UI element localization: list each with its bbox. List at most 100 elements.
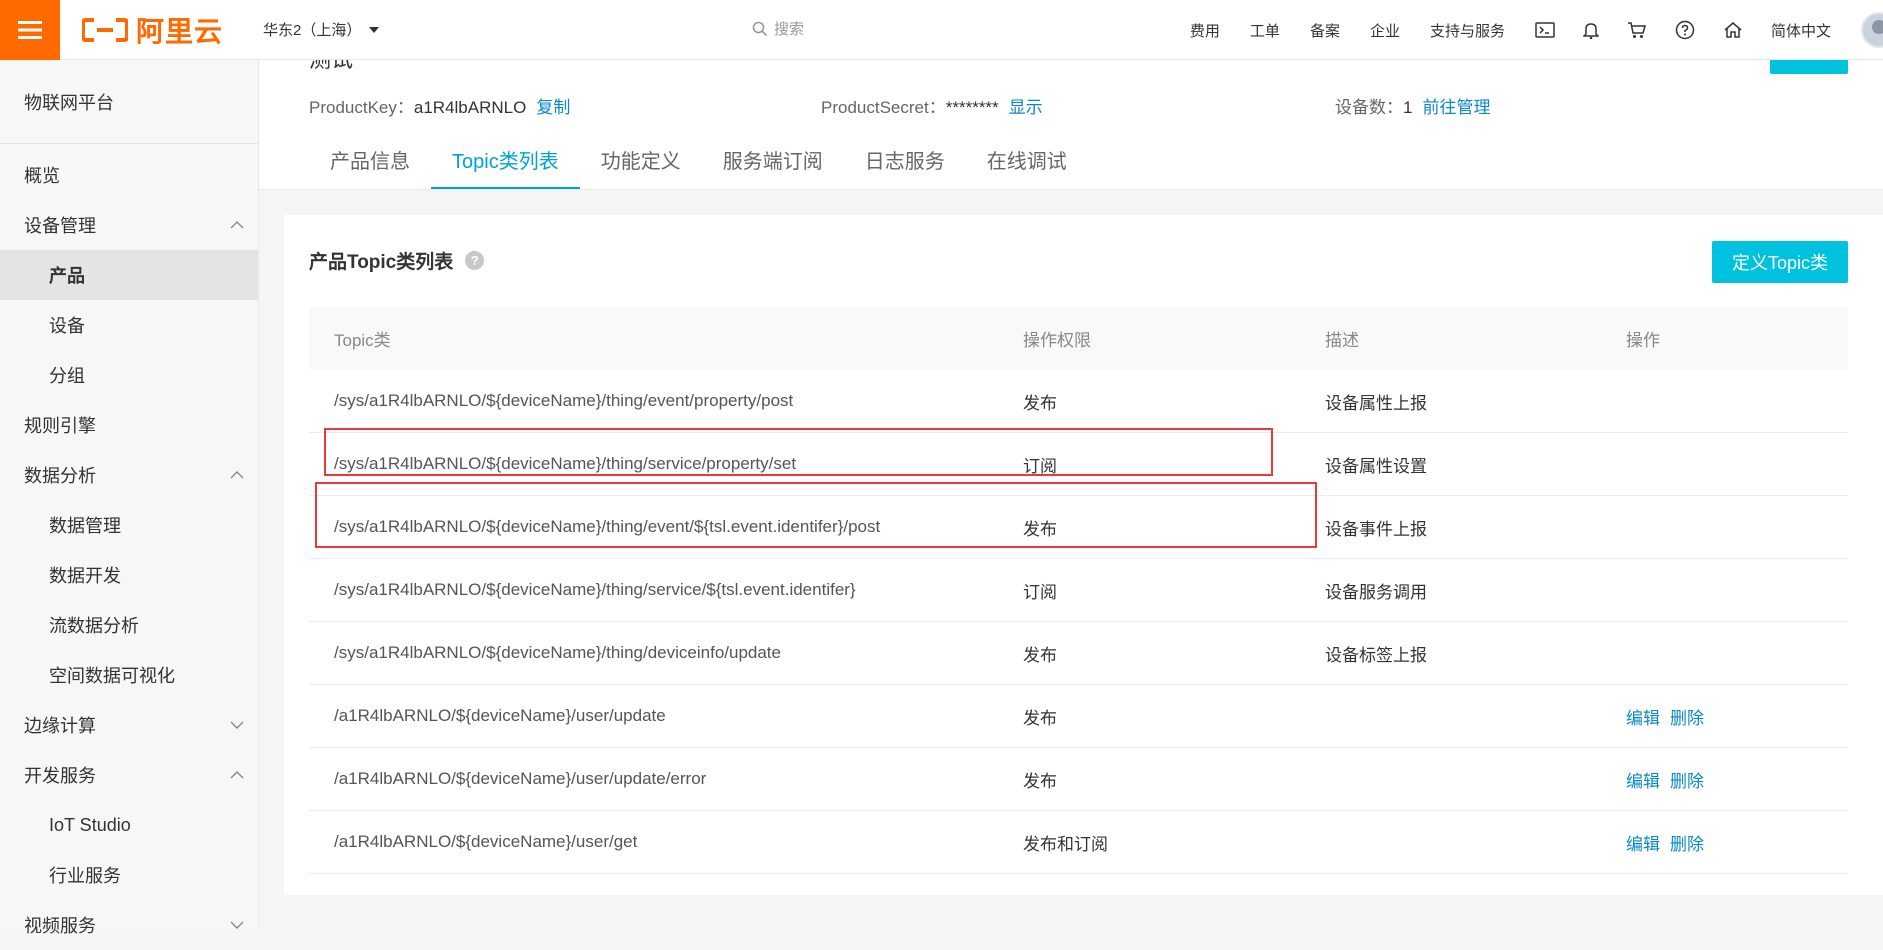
product-header: 测试 ProductKey：a1R4lbARNLO 复制 ProductSecre…: [259, 60, 1883, 190]
top-right-toolbar: 费用 工单 备案 企业 支持与服务 简体中文: [1190, 0, 1883, 60]
device-count-item: 设备数：1 前往管理: [1335, 93, 1490, 118]
topic-table: Topic类 操作权限 描述 操作 /sys/a1R4lbARNLO/${dev…: [309, 307, 1848, 874]
sidebar-item-label: 开发服务: [24, 766, 96, 786]
sidebar-item-label: 概览: [24, 166, 60, 186]
sidebar-item-spatial-visualization[interactable]: 空间数据可视化: [0, 650, 258, 700]
permission-cell: 发布: [1023, 771, 1057, 791]
caret-down-icon: [369, 26, 380, 33]
delete-topic-link[interactable]: 删除: [1670, 772, 1704, 791]
aliyun-logo[interactable]: 阿里云: [82, 10, 223, 50]
chevron-down-icon: [230, 721, 244, 729]
sidebar-item-rule-engine[interactable]: 规则引擎: [0, 400, 258, 450]
permission-cell: 发布和订阅: [1023, 834, 1108, 854]
edit-topic-link[interactable]: 编辑: [1626, 709, 1660, 728]
topic-cell: /sys/a1R4lbARNLO/${deviceName}/thing/ser…: [334, 454, 797, 473]
tab-function-definition[interactable]: 功能定义: [580, 129, 702, 189]
description-cell: 设备标签上报: [1325, 645, 1427, 665]
product-name: 测试: [309, 60, 353, 74]
tab-server-subscription[interactable]: 服务端订阅: [702, 129, 844, 189]
topic-list-card: 产品Topic类列表 ? 定义Topic类 Topic类 操作权限 描述 操作 …: [284, 215, 1883, 895]
table-row: /sys/a1R4lbARNLO/${deviceName}/thing/ser…: [309, 559, 1848, 622]
enterprise-link[interactable]: 企业: [1370, 20, 1400, 41]
topic-section-title-text: 产品Topic类列表: [309, 252, 454, 273]
main-content: 测试 ProductKey：a1R4lbARNLO 复制 ProductSecre…: [259, 60, 1883, 928]
terminal-icon[interactable]: [1535, 22, 1555, 38]
bell-icon[interactable]: [1582, 21, 1599, 39]
filing-link[interactable]: 备案: [1310, 20, 1340, 41]
topic-cell: /a1R4lbARNLO/${deviceName}/user/get: [334, 832, 638, 851]
table-row: /sys/a1R4lbARNLO/${deviceName}/thing/dev…: [309, 622, 1848, 685]
sidebar-item-edge-computing[interactable]: 边缘计算: [0, 700, 258, 750]
tab-online-debug[interactable]: 在线调试: [966, 129, 1088, 189]
product-tabs: 产品信息 Topic类列表 功能定义 服务端订阅 日志服务 在线调试: [309, 129, 1088, 189]
column-header-permission: 操作权限: [1023, 331, 1091, 350]
sidebar-item-industry-services[interactable]: 行业服务: [0, 850, 258, 900]
question-mark-icon[interactable]: ?: [465, 251, 485, 270]
home-icon[interactable]: [1723, 21, 1743, 39]
tab-log-service[interactable]: 日志服务: [844, 129, 966, 189]
help-circle-icon[interactable]: [1675, 20, 1695, 40]
device-count-label: 设备数：: [1335, 98, 1403, 117]
sidebar-item-data-development[interactable]: 数据开发: [0, 550, 258, 600]
permission-cell: 发布: [1023, 645, 1057, 665]
manage-devices-link[interactable]: 前往管理: [1422, 98, 1490, 117]
user-avatar[interactable]: [1861, 12, 1883, 48]
search-icon: [752, 21, 768, 36]
sidebar-item-label: 行业服务: [49, 866, 121, 886]
support-link[interactable]: 支持与服务: [1430, 20, 1505, 41]
region-selector[interactable]: 华东2（上海）: [263, 19, 380, 40]
sidebar-item-product[interactable]: 产品: [0, 250, 258, 300]
sidebar-item-stream-analysis[interactable]: 流数据分析: [0, 600, 258, 650]
sidebar-item-data-management[interactable]: 数据管理: [0, 500, 258, 550]
sidebar-item-data-analysis[interactable]: 数据分析: [0, 450, 258, 500]
column-header-actions: 操作: [1626, 331, 1660, 350]
delete-topic-link[interactable]: 删除: [1670, 709, 1704, 728]
topic-cell: /sys/a1R4lbARNLO/${deviceName}/thing/ser…: [334, 580, 856, 599]
show-secret-link[interactable]: 显示: [1009, 98, 1043, 117]
global-search[interactable]: 搜索: [752, 18, 804, 39]
search-placeholder: 搜索: [774, 21, 805, 38]
product-key-label: ProductKey：: [309, 98, 414, 117]
table-row: /a1R4lbARNLO/${deviceName}/user/get 发布和订…: [309, 811, 1848, 874]
tickets-link[interactable]: 工单: [1250, 20, 1280, 41]
edit-topic-link[interactable]: 编辑: [1626, 835, 1660, 854]
product-meta-row: ProductKey：a1R4lbARNLO 复制 ProductSecret：*…: [309, 93, 1883, 123]
language-switch[interactable]: 简体中文: [1771, 20, 1831, 41]
sidebar-item-video-services[interactable]: 视频服务: [0, 900, 258, 950]
permission-cell: 发布: [1023, 708, 1057, 728]
topic-cell: /sys/a1R4lbARNLO/${deviceName}/thing/eve…: [334, 391, 794, 410]
sidebar-menu: 概览 设备管理 产品 设备 分组 规则引擎 数据分析 数据管理 数据开发 流数据…: [0, 144, 258, 950]
product-secret-label: ProductSecret：: [821, 98, 946, 117]
sidebar-item-overview[interactable]: 概览: [0, 150, 258, 200]
sidebar-item-label: 设备: [49, 316, 85, 336]
fees-link[interactable]: 费用: [1190, 20, 1220, 41]
edit-topic-link[interactable]: 编辑: [1626, 772, 1660, 791]
device-count-value: 1: [1403, 98, 1413, 117]
description-cell: 设备属性设置: [1325, 456, 1427, 476]
chevron-up-icon: [230, 221, 244, 229]
sidebar-item-group[interactable]: 分组: [0, 350, 258, 400]
tab-product-info[interactable]: 产品信息: [309, 129, 431, 189]
product-key-item: ProductKey：a1R4lbARNLO 复制: [309, 93, 570, 118]
description-cell: 设备属性上报: [1325, 393, 1427, 413]
sidebar-item-label: 设备管理: [24, 216, 96, 236]
sidebar-item-iot-studio[interactable]: IoT Studio: [0, 800, 258, 850]
header-action-button[interactable]: [1770, 60, 1848, 74]
tab-topic-list[interactable]: Topic类列表: [431, 129, 580, 189]
topic-cell: /a1R4lbARNLO/${deviceName}/user/update: [334, 706, 666, 725]
table-row: /sys/a1R4lbARNLO/${deviceName}/thing/eve…: [309, 496, 1848, 559]
actions-cell: 编辑 删除: [1601, 704, 1848, 729]
product-secret-item: ProductSecret：******** 显示: [821, 93, 1043, 118]
cart-icon[interactable]: [1627, 21, 1647, 39]
sidebar-item-label: 规则引擎: [24, 416, 96, 436]
sidebar-item-device-management[interactable]: 设备管理: [0, 200, 258, 250]
delete-topic-link[interactable]: 删除: [1670, 835, 1704, 854]
region-label: 华东2（上海）: [263, 22, 362, 39]
topic-section-title: 产品Topic类列表 ?: [309, 247, 485, 274]
hamburger-menu-button[interactable]: [0, 0, 60, 60]
sidebar-item-device[interactable]: 设备: [0, 300, 258, 350]
sidebar-item-dev-services[interactable]: 开发服务: [0, 750, 258, 800]
sidebar-item-label: 空间数据可视化: [49, 666, 175, 686]
copy-key-link[interactable]: 复制: [536, 98, 570, 117]
define-topic-button[interactable]: 定义Topic类: [1711, 241, 1848, 283]
